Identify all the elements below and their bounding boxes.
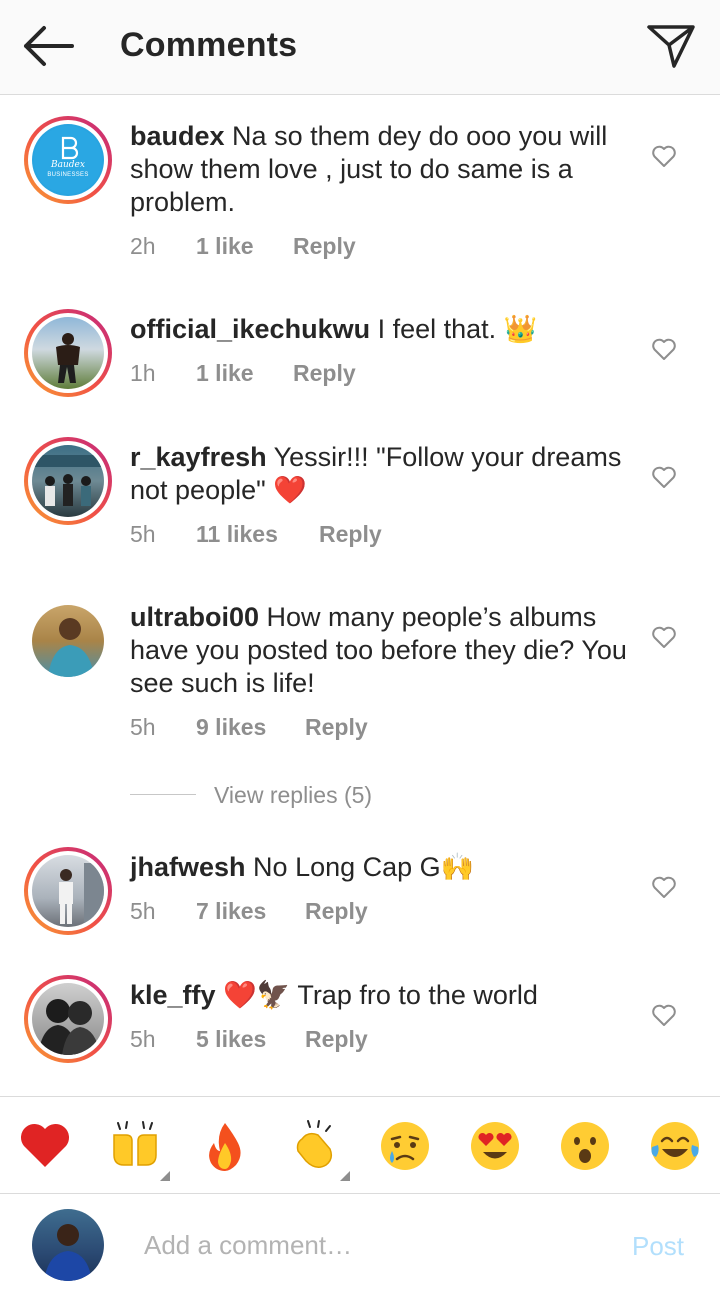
comment-text: kle_ffy ❤️🦅 Trap fro to the world [130,979,630,1012]
reply-button[interactable]: Reply [305,898,368,925]
like-heart-icon[interactable] [651,144,677,168]
reply-button[interactable]: Reply [305,714,368,741]
page-title: Comments [120,26,298,64]
comment-username[interactable]: kle_ffy [130,980,216,1010]
comment-time: 5h [130,521,156,547]
avatar[interactable] [32,605,104,677]
comment-composer: Post [0,1195,720,1295]
comment-body: No Long Cap G🙌 [253,852,475,882]
comment-text: baudex Na so them dey do ooo you will sh… [130,120,630,219]
view-replies-link[interactable]: View replies (5) [214,782,372,809]
reply-button[interactable]: Reply [305,1026,368,1053]
like-heart-icon[interactable] [651,337,677,361]
crying-face-emoji-icon[interactable] [378,1119,432,1173]
avatar[interactable] [24,437,112,525]
like-heart-icon[interactable] [651,1003,677,1027]
comment-username[interactable]: official_ikechukwu [130,314,370,344]
user-avatar[interactable] [32,1209,104,1281]
emoji-variant-caret [160,1171,170,1181]
comment-body: I feel that. 👑 [377,314,538,344]
add-comment-input[interactable] [144,1225,604,1265]
like-heart-icon[interactable] [651,875,677,899]
comment-body: ❤️🦅 Trap fro to the world [223,980,538,1010]
heart-emoji-icon[interactable] [18,1119,72,1173]
like-heart-icon[interactable] [651,625,677,649]
like-heart-icon[interactable] [651,465,677,489]
comment-time: 5h [130,1026,156,1052]
comment-username[interactable]: ultraboi00 [130,602,259,632]
avatar[interactable]: Baudex BUSINESSES [24,116,112,204]
comment-likes[interactable]: 11 likes [196,521,278,548]
top-bar: Comments [0,0,720,95]
emoji-bar [0,1096,720,1194]
reply-button[interactable]: Reply [293,233,356,260]
post-button[interactable]: Post [632,1231,684,1262]
comment-time: 5h [130,898,156,924]
comment-text: official_ikechukwu I feel that. 👑 [130,313,630,346]
surprised-face-emoji-icon[interactable] [558,1119,612,1173]
heart-eyes-emoji-icon[interactable] [468,1119,522,1173]
clapping-hands-emoji-icon[interactable] [288,1119,342,1173]
back-arrow-icon[interactable] [18,22,78,70]
emoji-variant-caret [340,1171,350,1181]
comment-time: 5h [130,714,156,740]
direct-message-icon[interactable] [644,20,698,70]
avatar-badge-script: Baudex [51,160,85,170]
comment-username[interactable]: r_kayfresh [130,442,267,472]
avatar[interactable] [24,309,112,397]
raising-hands-emoji-icon[interactable] [108,1119,162,1173]
avatar[interactable] [24,975,112,1063]
comment-text: jhafwesh No Long Cap G🙌 [130,851,630,884]
avatar[interactable] [24,847,112,935]
view-replies-divider [130,794,196,795]
comment-text: r_kayfresh Yessir!!! "Follow your dreams… [130,441,630,507]
comment-likes[interactable]: 9 likes [196,714,266,741]
comment-likes[interactable]: 7 likes [196,898,266,925]
avatar-badge-label: BUSINESSES [47,172,89,178]
comment-text: ultraboi00 How many people’s albums have… [130,601,630,700]
comment-time: 2h [130,233,156,259]
tears-of-joy-emoji-icon[interactable] [648,1119,702,1173]
comment-username[interactable]: baudex [130,121,225,151]
reply-button[interactable]: Reply [319,521,382,548]
comment-username[interactable]: jhafwesh [130,852,246,882]
comment-likes[interactable]: 1 like [196,360,254,387]
comment-time: 1h [130,360,156,386]
fire-emoji-icon[interactable] [198,1119,252,1173]
comment-likes[interactable]: 5 likes [196,1026,266,1053]
reply-button[interactable]: Reply [293,360,356,387]
comment-likes[interactable]: 1 like [196,233,254,260]
